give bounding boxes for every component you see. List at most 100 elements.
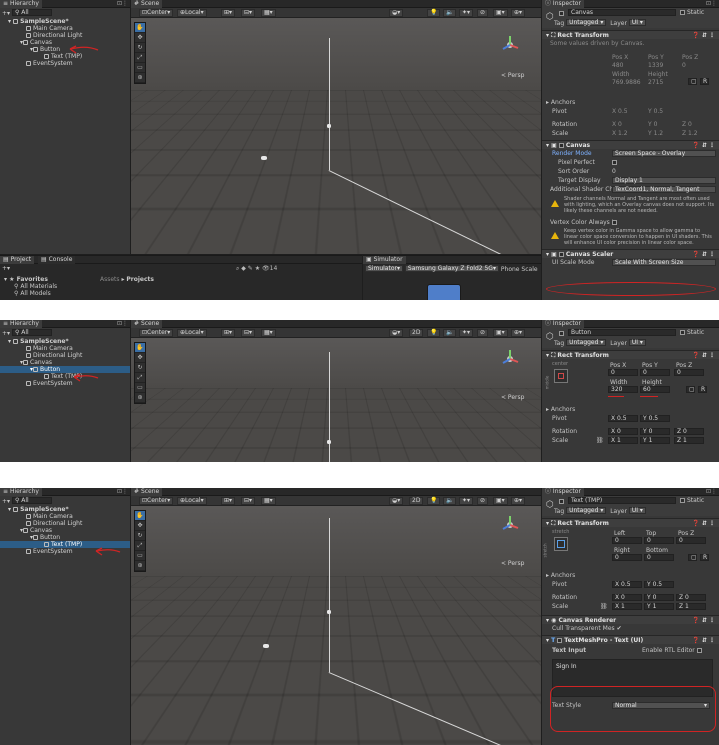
link-icon[interactable]: ⛓: [600, 602, 608, 611]
favorite-item[interactable]: ⚲ All Models: [4, 290, 57, 297]
hierarchy-search[interactable]: ⚲ All: [11, 9, 52, 16]
tab-inspector[interactable]: ⓘ Inspector: [542, 488, 584, 496]
tree-item-button[interactable]: ▾ Button: [0, 366, 130, 373]
hidden-toggle[interactable]: ⊘: [477, 329, 489, 337]
audio-toggle[interactable]: 🔈: [443, 329, 457, 337]
add-icon[interactable]: +▾: [2, 265, 10, 272]
more-menu-icon[interactable]: ⋮: [711, 0, 717, 8]
orientation-gizmo[interactable]: [499, 34, 521, 56]
raw-edit-button[interactable]: R: [698, 386, 707, 393]
grid-button[interactable]: ▦▾: [261, 329, 276, 337]
hand-tool-icon[interactable]: ✋: [135, 23, 145, 33]
scale-z-field[interactable]: Z 1: [676, 603, 706, 610]
scale-z-field[interactable]: Z 1: [674, 437, 704, 444]
rect-tool-icon[interactable]: ▭: [135, 551, 145, 561]
blueprint-button[interactable]: ▢: [686, 386, 695, 393]
device-dropdown[interactable]: Samsung Galaxy Z Fold2 5G▾: [404, 265, 499, 272]
pivot-dropdown[interactable]: ⊡Center▾: [139, 329, 174, 337]
perspective-label[interactable]: < Persp: [501, 72, 524, 79]
anchors-foldout[interactable]: ▸ Anchors: [542, 571, 719, 580]
active-checkbox[interactable]: [559, 11, 564, 16]
simulator-dropdown[interactable]: Simulator▾: [365, 265, 403, 272]
tree-item-eventsystem[interactable]: EventSystem: [0, 380, 130, 387]
tree-item-button[interactable]: ▾ Button: [0, 46, 130, 53]
blueprint-button[interactable]: ▢: [688, 554, 697, 561]
tab-hierarchy[interactable]: ≡ Hierarchy: [0, 0, 42, 8]
rect-transform-header[interactable]: ▾ ⛶ Rect Transform ❓ ⇵ ⋮: [542, 518, 719, 527]
tree-item-directional-light[interactable]: Directional Light: [0, 352, 130, 359]
tree-item-scene[interactable]: ▾ SampleScene*: [0, 506, 130, 513]
space-dropdown[interactable]: ⊕Local▾: [177, 497, 207, 505]
link-icon[interactable]: ⛓: [596, 436, 604, 445]
tree-item-text-tmp[interactable]: Text (TMP): [0, 53, 130, 60]
hierarchy-search[interactable]: ⚲ All: [11, 497, 52, 504]
pos-y-field[interactable]: 0: [640, 369, 670, 376]
space-dropdown[interactable]: ⊕Local▾: [177, 329, 207, 337]
grid-snap-button[interactable]: ⊞▾: [221, 329, 236, 337]
grid-button[interactable]: ▦▾: [261, 497, 276, 505]
pos-z-field[interactable]: 0: [674, 369, 704, 376]
lighting-toggle[interactable]: 💡: [427, 9, 441, 17]
layer-dropdown[interactable]: UI ▾: [628, 507, 646, 514]
move-tool-icon[interactable]: ✥: [135, 521, 145, 531]
tree-item-canvas[interactable]: ▾ Canvas: [0, 39, 130, 46]
blueprint-button[interactable]: ▢: [688, 78, 697, 85]
tree-item-directional-light[interactable]: Directional Light: [0, 32, 130, 39]
tree-item-button[interactable]: ▾ Button: [0, 534, 130, 541]
component-enabled-checkbox[interactable]: [558, 143, 564, 148]
camera-dropdown[interactable]: ▣▾: [493, 329, 508, 337]
gizmos-dropdown[interactable]: ⊕▾: [511, 9, 526, 17]
tree-item-directional-light[interactable]: Directional Light: [0, 520, 130, 527]
canvas-scaler-header[interactable]: ▾ ▣ Canvas Scaler ❓ ⇵ ⋮: [542, 249, 719, 258]
height-field[interactable]: 60: [640, 386, 670, 393]
static-toggle[interactable]: Static: [680, 329, 704, 336]
orientation-gizmo[interactable]: [499, 514, 521, 536]
tree-item-main-camera[interactable]: Main Camera: [0, 513, 130, 520]
component-enabled-checkbox[interactable]: [557, 638, 563, 643]
grid-snap-button[interactable]: ⊞▾: [221, 497, 236, 505]
enable-rtl-editor-toggle[interactable]: Enable RTL Editor: [642, 646, 704, 655]
textmeshpro-header[interactable]: ▾ T TextMeshPro - Text (UI) ❓ ⇵ ⋮: [542, 635, 719, 644]
canvas-component-header[interactable]: ▾ ▣ Canvas ❓ ⇵ ⋮: [542, 140, 719, 149]
filter-icon[interactable]: ⌕ ◆ ✎ ★: [236, 265, 262, 272]
rect-transform-header[interactable]: ▾ ⛶ Rect Transform ❓ ⇵ ⋮: [542, 30, 719, 39]
transform-tool-icon[interactable]: ⊛: [135, 393, 145, 403]
pivot-dropdown[interactable]: ⊡Center▾: [139, 9, 174, 17]
transform-tool-icon[interactable]: ⊛: [135, 561, 145, 571]
snap-increment-button[interactable]: ⊟▾: [241, 9, 256, 17]
rotate-tool-icon[interactable]: ↻: [135, 531, 145, 541]
scale-tool-icon[interactable]: ⤢: [135, 53, 145, 63]
pivot-x-field[interactable]: X 0.5: [612, 581, 642, 588]
hidden-toggle[interactable]: ⊘: [477, 497, 489, 505]
tree-item-scene[interactable]: ▾ SampleScene*: [0, 18, 130, 25]
active-checkbox[interactable]: [559, 499, 564, 504]
perspective-label[interactable]: < Persp: [501, 560, 524, 567]
mode-2d-toggle[interactable]: 2D: [409, 497, 424, 505]
rect-transform-header[interactable]: ▾ ⛶ Rect Transform ❓ ⇵ ⋮: [542, 350, 719, 359]
layer-dropdown[interactable]: UI ▾: [628, 339, 646, 346]
scale-y-field[interactable]: Y 1: [640, 437, 670, 444]
scale-x-field[interactable]: X 1: [612, 603, 642, 610]
pivot-x-field[interactable]: X 0.5: [608, 415, 638, 422]
tree-item-main-camera[interactable]: Main Camera: [0, 25, 130, 32]
transform-tool-icon[interactable]: ⊛: [135, 73, 145, 83]
hidden-toggle[interactable]: ⊘: [477, 9, 489, 17]
tab-console[interactable]: ▤ Console: [38, 256, 76, 264]
tab-simulator[interactable]: ▣ Simulator: [363, 256, 406, 264]
pixel-perfect-checkbox[interactable]: [612, 160, 617, 165]
object-name-field[interactable]: Text (TMP): [568, 497, 676, 504]
tab-hierarchy[interactable]: ≡ Hierarchy: [0, 320, 42, 328]
tab-inspector[interactable]: ⓘ Inspector: [542, 0, 584, 8]
tab-hierarchy[interactable]: ≡ Hierarchy: [0, 488, 42, 496]
grid-snap-button[interactable]: ⊞▾: [221, 9, 236, 17]
static-toggle[interactable]: Static: [680, 9, 704, 16]
audio-toggle[interactable]: 🔈: [443, 9, 457, 17]
rot-x-field[interactable]: X 0: [608, 428, 638, 435]
snap-increment-button[interactable]: ⊟▾: [241, 497, 256, 505]
perspective-label[interactable]: < Persp: [501, 394, 524, 401]
pivot-y-field[interactable]: Y 0.5: [644, 581, 674, 588]
camera-dropdown[interactable]: ▣▾: [493, 9, 508, 17]
mode-2d-toggle[interactable]: 2D: [409, 329, 424, 337]
rot-z-field[interactable]: Z 0: [674, 428, 704, 435]
scene-viewport[interactable]: < Persp: [131, 506, 541, 745]
